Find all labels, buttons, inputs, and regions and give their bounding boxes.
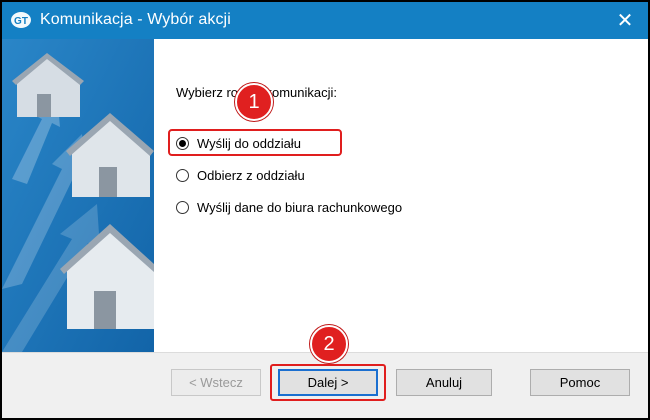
help-button[interactable]: Pomoc xyxy=(530,369,630,396)
option-send-to-accounting-office[interactable]: Wyślij dane do biura rachunkowego xyxy=(176,197,402,217)
radio-unselected[interactable] xyxy=(176,200,189,214)
step-badge-2: 2 xyxy=(310,325,348,363)
option-label: Wyślij do oddziału xyxy=(197,135,301,151)
dialog-window: GT Komunikacja - Wybór akcji ✕ Wybierz k… xyxy=(2,2,648,418)
button-bar: < Wstecz Dalej > Anuluj Pomoc 2 xyxy=(2,325,648,418)
title-bar: GT Komunikacja - Wybór akcji ✕ xyxy=(2,2,648,39)
svg-text:GT: GT xyxy=(14,16,28,27)
option-send-to-branch[interactable]: Wyślij do oddziału xyxy=(176,133,301,153)
houses-illustration xyxy=(2,39,154,352)
back-button[interactable]: < Wstecz xyxy=(171,369,261,396)
next-button[interactable]: Dalej > xyxy=(278,369,378,396)
content-panel: Wybierz rodzaj komunikacji: Wyślij do od… xyxy=(154,39,648,352)
option-receive-from-branch[interactable]: Odbierz z oddziału xyxy=(176,165,305,185)
radio-unselected[interactable] xyxy=(176,168,189,182)
option-label: Wyślij dane do biura rachunkowego xyxy=(197,199,403,215)
close-icon: ✕ xyxy=(616,10,634,32)
radio-selected[interactable] xyxy=(176,136,189,150)
window-title: Komunikacja - Wybór akcji xyxy=(40,11,231,28)
app-logo-icon: GT xyxy=(11,12,31,28)
option-label: Odbierz z oddziału xyxy=(197,167,305,183)
step-badge-1: 1 xyxy=(235,83,273,121)
close-button[interactable]: ✕ xyxy=(602,2,648,39)
cancel-button[interactable]: Anuluj xyxy=(396,369,492,396)
